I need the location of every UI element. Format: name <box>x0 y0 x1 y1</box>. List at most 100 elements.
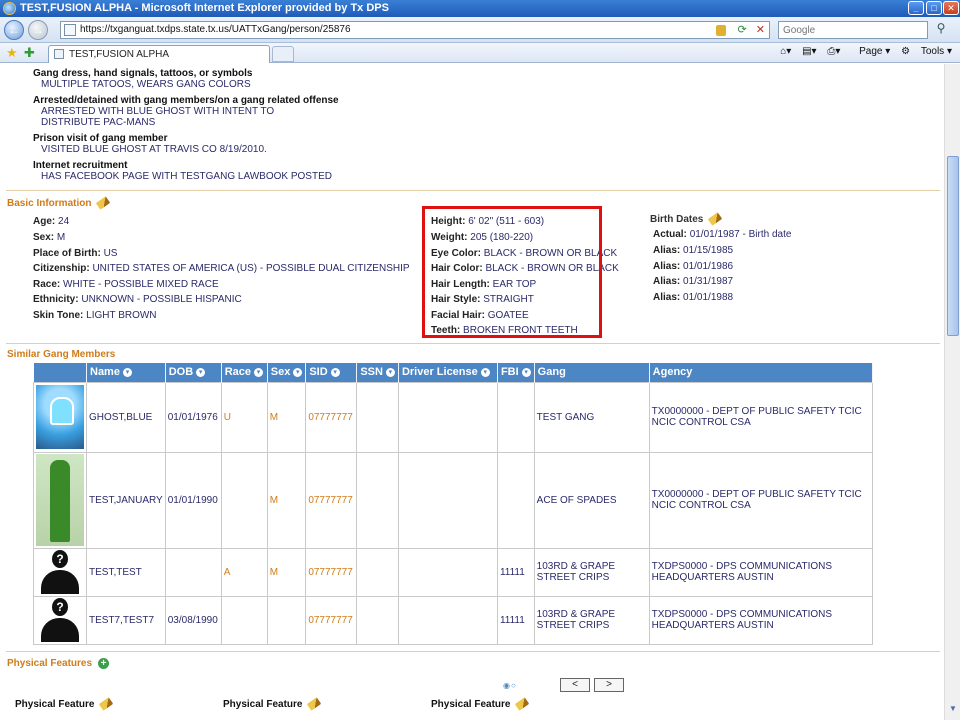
sort-icon[interactable]: ▾ <box>254 367 264 377</box>
birth-date-alias: Alias: 01/01/1988 <box>653 292 734 303</box>
photo-cell[interactable] <box>33 595 87 645</box>
photo-cell[interactable] <box>33 381 87 453</box>
vertical-scrollbar[interactable]: ▼ <box>944 64 960 720</box>
divider <box>6 190 940 191</box>
race-cell: U <box>220 381 268 453</box>
refresh-icon[interactable]: ⟳ <box>738 24 747 36</box>
divider <box>6 343 940 344</box>
tab-current[interactable]: TEST,FUSION ALPHA <box>48 45 270 63</box>
stop-icon[interactable]: ✕ <box>756 24 765 36</box>
col-ssn[interactable]: SSN ▾ <box>356 363 399 382</box>
back-button[interactable]: ← <box>4 20 24 40</box>
edit-pencil-icon[interactable] <box>708 212 723 227</box>
table-row[interactable]: GHOST,BLUE 01/01/1976 U M 07777777 TEST … <box>33 381 874 453</box>
maximize-button[interactable]: □ <box>926 1 942 15</box>
sort-icon[interactable]: ▾ <box>385 367 395 377</box>
pager-prev-button[interactable]: < <box>560 678 590 692</box>
birth-dates-title: Birth Dates <box>650 212 723 227</box>
table-header-row: Name ▾ DOB ▾ Race ▾ Sex ▾ SID ▾ SSN ▾ Driver L… <box>33 363 874 382</box>
member-photo[interactable] <box>36 454 84 546</box>
col-sex[interactable]: Sex ▾ <box>267 363 307 382</box>
name-cell[interactable]: GHOST,BLUE <box>86 381 166 453</box>
tab-bar: ★ ✚ TEST,FUSION ALPHA ⌂▾ ▤▾ ⎙▾ Page ▾ ⚙ … <box>0 43 960 63</box>
sex-cell <box>266 595 307 645</box>
search-input[interactable] <box>779 22 909 38</box>
search-icon[interactable]: ⚲ <box>932 21 950 39</box>
ssn-cell <box>356 451 399 549</box>
feeds-icon[interactable]: ▤▾ <box>802 46 816 57</box>
indicator-prison: Prison visit of gang member VISITED BLUE… <box>33 133 267 155</box>
sid-cell: 07777777 <box>305 595 358 645</box>
edit-pencil-icon[interactable] <box>307 697 322 712</box>
table-row[interactable]: TEST,TEST A M 07777777 11111 103RD & GRA… <box>33 547 874 597</box>
photo-cell[interactable] <box>33 451 87 549</box>
close-button[interactable]: ✕ <box>943 1 959 15</box>
add-icon[interactable]: + <box>98 658 110 669</box>
scrollbar-thumb[interactable] <box>947 156 959 336</box>
indicator-internet: Internet recruitment HAS FACEBOOK PAGE W… <box>33 160 332 182</box>
sex-cell: M <box>266 547 307 597</box>
search-box[interactable] <box>778 21 928 39</box>
race-cell <box>220 595 268 645</box>
scroll-down-icon[interactable]: ▼ <box>947 704 959 716</box>
gang-cell[interactable]: 103RD & GRAPE STREET CRIPS <box>533 547 650 597</box>
print-icon[interactable]: ⎙▾ <box>827 46 840 57</box>
agency-cell: TX0000000 - DEPT OF PUBLIC SAFETY TCIC N… <box>648 381 874 453</box>
ie-logo-icon <box>3 2 16 15</box>
table-row[interactable]: TEST,JANUARY 01/01/1990 M 07777777 ACE O… <box>33 451 874 549</box>
new-tab-button[interactable] <box>272 46 294 62</box>
pager-dots[interactable]: ◉○ <box>503 681 517 690</box>
fbi-cell: 11111 <box>496 547 535 597</box>
name-cell[interactable]: TEST,JANUARY <box>86 451 166 549</box>
sort-icon[interactable]: ▾ <box>330 367 340 377</box>
edit-pencil-icon[interactable] <box>96 196 111 211</box>
sort-icon[interactable]: ▾ <box>122 367 132 377</box>
sort-icon[interactable]: ▾ <box>293 367 303 377</box>
edit-pencil-icon[interactable] <box>515 697 530 712</box>
table-row[interactable]: TEST7,TEST7 03/08/1990 07777777 11111 10… <box>33 595 874 645</box>
lock-icon[interactable] <box>716 24 727 36</box>
col-agency: Agency <box>649 363 874 382</box>
pager-next-button[interactable]: > <box>594 678 624 692</box>
sort-icon[interactable]: ▾ <box>521 367 531 377</box>
age-line: Age: 24 <box>33 216 70 227</box>
similar-members-title: Similar Gang Members <box>7 349 116 360</box>
col-fbi[interactable]: FBI ▾ <box>497 363 535 382</box>
minimize-button[interactable]: _ <box>908 1 924 15</box>
sort-icon[interactable]: ▾ <box>480 367 490 377</box>
fbi-cell <box>496 451 535 549</box>
forward-button[interactable]: → <box>28 20 48 40</box>
indicator-arrested: Arrested/detained with gang members/on a… <box>33 95 339 128</box>
ssn-cell <box>356 595 399 645</box>
name-cell[interactable]: TEST,TEST <box>86 547 166 597</box>
favorites-star-icon[interactable]: ★ <box>6 45 18 61</box>
col-sid[interactable]: SID ▾ <box>305 363 358 382</box>
photo-cell[interactable] <box>33 547 87 597</box>
gang-cell[interactable]: TEST GANG <box>533 381 650 453</box>
url-field[interactable]: https://txganguat.txdps.state.tx.us/UATT… <box>60 21 770 39</box>
skin-tone-line: Skin Tone: LIGHT BROWN <box>33 310 157 321</box>
ethnicity-line: Ethnicity: UNKNOWN - POSSIBLE HISPANIC <box>33 294 242 305</box>
add-favorites-icon[interactable]: ✚ <box>24 45 35 61</box>
col-dob[interactable]: DOB ▾ <box>165 363 222 382</box>
col-name[interactable]: Name ▾ <box>86 363 166 382</box>
page-menu[interactable]: Page ▾ <box>851 46 890 57</box>
tools-menu[interactable]: ⚙ Tools ▾ <box>901 46 952 57</box>
sort-icon[interactable]: ▾ <box>196 367 206 377</box>
gang-cell[interactable]: ACE OF SPADES <box>533 451 650 549</box>
unknown-person-icon[interactable] <box>36 598 84 642</box>
col-driver-license[interactable]: Driver License ▾ <box>398 363 498 382</box>
gang-cell[interactable]: 103RD & GRAPE STREET CRIPS <box>533 595 650 645</box>
agency-cell: TXDPS0000 - DPS COMMUNICATIONS HEADQUART… <box>648 547 874 597</box>
edit-pencil-icon[interactable] <box>99 697 114 712</box>
unknown-person-icon[interactable] <box>36 550 84 594</box>
race-cell <box>220 451 268 549</box>
indicator-dress: Gang dress, hand signals, tattoos, or sy… <box>33 68 253 90</box>
sid-cell: 07777777 <box>305 451 358 549</box>
command-bar: ⌂▾ ▤▾ ⎙▾ Page ▾ ⚙ Tools ▾ <box>772 46 952 57</box>
page-icon <box>64 24 76 36</box>
col-race[interactable]: Race ▾ <box>221 363 268 382</box>
home-icon[interactable]: ⌂▾ <box>780 46 791 57</box>
name-cell[interactable]: TEST7,TEST7 <box>86 595 166 645</box>
member-photo[interactable] <box>36 385 84 449</box>
